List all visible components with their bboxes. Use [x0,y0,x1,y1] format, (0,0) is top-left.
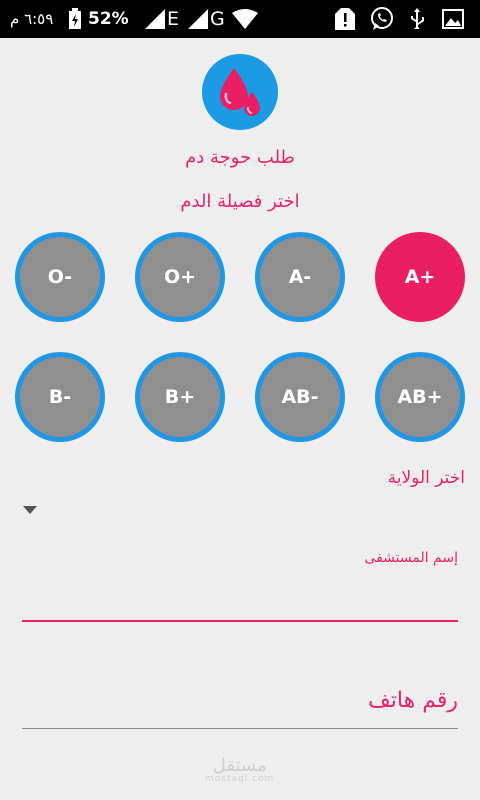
wifi-icon [232,0,258,38]
blood-drop-logo [202,54,278,130]
battery-percent: 52% [88,9,129,29]
signal-icon [145,0,167,38]
blood-type-button[interactable]: O+ [135,232,225,322]
page-title: طلب حوجة دم [185,147,295,168]
status-bar: ٦:٥٩ م 52% E G [0,0,480,38]
chevron-down-icon [23,506,37,514]
blood-type-button[interactable]: A+ [375,232,465,322]
status-time: ٦:٥٩ م [10,10,54,28]
phone-underline [22,728,458,729]
blood-type-label: AB+ [397,386,443,408]
blood-type-button[interactable]: A- [255,232,345,322]
watermark-domain: mostaql.com [205,774,275,784]
battery-icon [68,0,82,38]
blood-drop-icon [220,68,260,116]
network-type-2: G [210,8,225,30]
blood-type-button[interactable]: O- [15,232,105,322]
phone-placeholder: رقم هاتف [368,688,458,713]
whatsapp-icon [370,0,394,38]
state-dropdown[interactable] [15,500,465,524]
phone-input[interactable]: رقم هاتف [22,680,458,728]
blood-type-label: O+ [163,266,197,288]
image-icon [442,0,464,38]
blood-type-button[interactable]: B- [15,352,105,442]
alert-icon [335,0,355,38]
hospital-name-input[interactable] [22,576,458,620]
blood-type-label: AB- [281,386,319,408]
blood-type-button[interactable]: AB- [255,352,345,442]
blood-type-label: O- [47,266,73,288]
blood-type-label: A- [288,266,312,288]
blood-type-button[interactable]: B+ [135,352,225,442]
blood-type-label: B- [48,386,72,408]
hospital-name-underline [22,620,458,622]
network-type-1: E [167,8,180,30]
blood-type-label: A+ [404,266,436,288]
watermark-brand: مستقل [212,755,267,776]
blood-type-prompt: اختر فصيلة الدم [180,191,300,212]
signal-icon [188,0,210,38]
mostaql-watermark: مستقل mostaql.com [205,755,274,784]
usb-icon [408,0,426,38]
blood-type-label: B+ [164,386,196,408]
hospital-name-label: إسم المستشفى [364,550,458,566]
state-label: اختر الولاية [387,468,465,488]
blood-type-button[interactable]: AB+ [375,352,465,442]
